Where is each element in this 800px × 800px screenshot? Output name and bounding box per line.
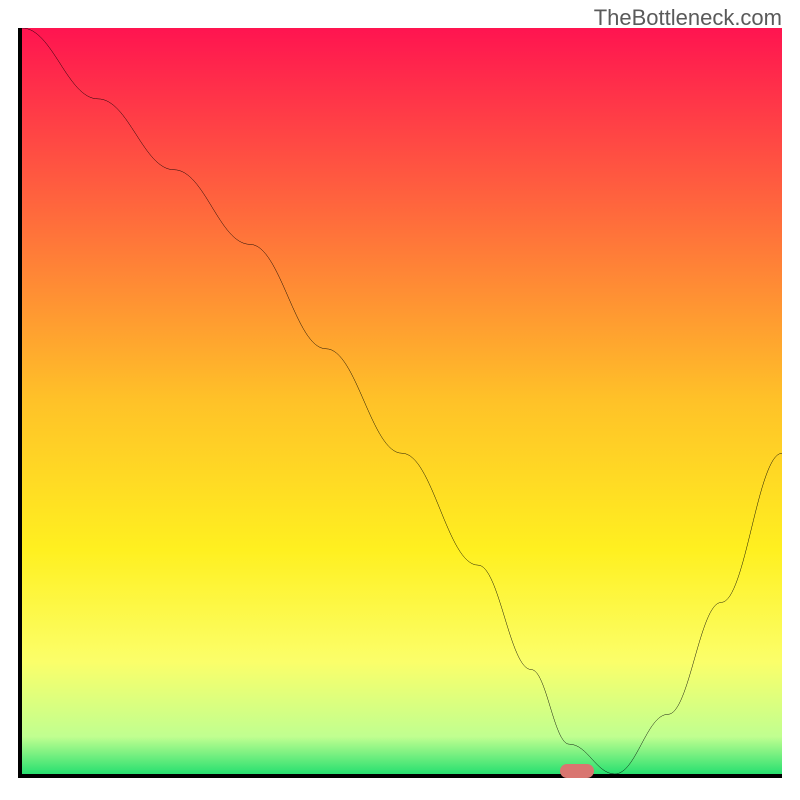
chart-area bbox=[18, 28, 782, 778]
optimal-marker bbox=[560, 764, 594, 778]
watermark-text: TheBottleneck.com bbox=[594, 5, 782, 31]
bottleneck-curve bbox=[22, 28, 782, 774]
